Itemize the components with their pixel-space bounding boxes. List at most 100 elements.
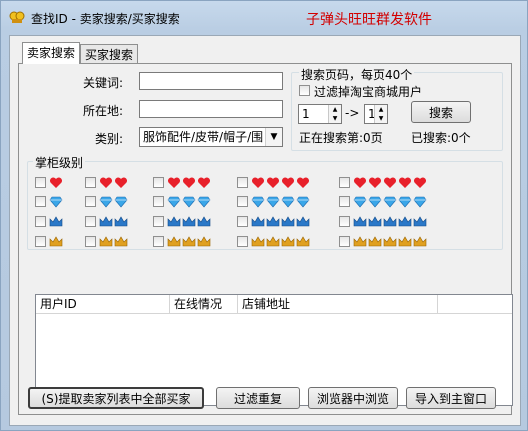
open-in-browser-button[interactable]: 浏览器中浏览: [308, 387, 398, 409]
diamond-icon: [167, 196, 181, 208]
diamond-icon: [49, 196, 63, 208]
diamond-icon: [182, 196, 196, 208]
heart-icon: [353, 177, 367, 188]
filter-tmall-label: 过滤掉淘宝商城用户: [314, 85, 423, 99]
blue-crown-icon: [114, 216, 128, 227]
page-range-arrow: ->: [345, 106, 360, 120]
level-checkbox[interactable]: [35, 177, 46, 188]
level-icons: [167, 176, 211, 190]
level-icons: [49, 195, 63, 209]
filter-tmall-checkbox[interactable]: [299, 85, 310, 96]
keyword-label: 关键词:: [83, 76, 124, 90]
level-icons: [167, 195, 211, 209]
heart-icon: [413, 177, 427, 188]
blue-crown-icon: [266, 216, 280, 227]
list-header: 用户ID 在线情况 店铺地址: [36, 295, 512, 314]
level-checkbox[interactable]: [153, 216, 164, 227]
column-online-status[interactable]: 在线情况: [170, 295, 238, 313]
location-label: 所在地:: [83, 104, 124, 118]
page-from-spinner[interactable]: 1 ▲ ▼: [298, 104, 342, 124]
level-checkbox[interactable]: [339, 236, 350, 247]
heart-icon: [99, 177, 113, 188]
search-button[interactable]: 搜索: [411, 101, 471, 123]
level-checkbox[interactable]: [237, 216, 248, 227]
gold-crown-icon: [197, 236, 211, 247]
diamond-icon: [266, 196, 280, 208]
level-checkbox[interactable]: [237, 196, 248, 207]
page-from-value: 1: [302, 107, 310, 121]
level-icons: [49, 176, 63, 190]
level-checkbox[interactable]: [35, 236, 46, 247]
import-to-main-button[interactable]: 导入到主窗口: [406, 387, 496, 409]
level-icons: [353, 176, 427, 190]
heart-icon: [368, 177, 382, 188]
page-to-spinner[interactable]: 1 ▲ ▼: [364, 104, 388, 124]
heart-icon: [49, 177, 63, 188]
tab-seller-search[interactable]: 卖家搜索: [22, 42, 80, 64]
gold-crown-icon: [353, 236, 367, 247]
window-title: 查找ID - 卖家搜索/买家搜索: [31, 12, 180, 26]
blue-crown-icon: [383, 216, 397, 227]
diamond-icon: [383, 196, 397, 208]
diamond-icon: [398, 196, 412, 208]
gold-crown-icon: [49, 236, 63, 247]
gold-crown-icon: [114, 236, 128, 247]
level-checkbox[interactable]: [153, 177, 164, 188]
spinner-arrows-icon[interactable]: ▲ ▼: [328, 105, 341, 123]
blue-crown-icon: [413, 216, 427, 227]
blue-crown-icon: [368, 216, 382, 227]
level-icons: [99, 195, 128, 209]
level-checkbox[interactable]: [85, 196, 96, 207]
level-checkbox[interactable]: [153, 236, 164, 247]
level-checkbox[interactable]: [35, 196, 46, 207]
category-value: 服饰配件/皮带/帽子/围: [143, 130, 264, 144]
level-icons: [49, 235, 63, 249]
level-checkbox[interactable]: [237, 177, 248, 188]
chevron-down-icon[interactable]: ▼: [265, 128, 282, 146]
diamond-icon: [281, 196, 295, 208]
level-checkbox[interactable]: [85, 236, 96, 247]
blue-crown-icon: [353, 216, 367, 227]
diamond-icon: [368, 196, 382, 208]
extract-buyers-button[interactable]: (S)提取卖家列表中全部买家: [28, 387, 204, 409]
diamond-icon: [114, 196, 128, 208]
level-icons: [353, 215, 427, 229]
heart-icon: [114, 177, 128, 188]
spinner-arrows-icon[interactable]: ▲ ▼: [374, 105, 387, 123]
app-icon: [9, 11, 25, 23]
gold-crown-icon: [413, 236, 427, 247]
diamond-icon: [251, 196, 265, 208]
category-label: 类别:: [95, 132, 124, 146]
gold-crown-icon: [251, 236, 265, 247]
level-checkbox[interactable]: [339, 196, 350, 207]
level-checkbox[interactable]: [35, 216, 46, 227]
level-icons: [99, 235, 128, 249]
gold-crown-icon: [281, 236, 295, 247]
keyword-input[interactable]: [139, 72, 283, 90]
level-icons: [99, 215, 128, 229]
heart-icon: [398, 177, 412, 188]
level-checkbox[interactable]: [339, 216, 350, 227]
level-checkbox[interactable]: [85, 177, 96, 188]
level-icons: [251, 235, 310, 249]
gold-crown-icon: [266, 236, 280, 247]
blue-crown-icon: [49, 216, 63, 227]
client-area: 卖家搜索 买家搜索 关键词: 所在地: 类别: 服饰配件/皮带/帽子/围 ▼ 搜…: [9, 35, 521, 426]
level-checkbox[interactable]: [153, 196, 164, 207]
column-user-id[interactable]: 用户ID: [36, 295, 170, 313]
level-checkbox[interactable]: [237, 236, 248, 247]
level-checkbox[interactable]: [339, 177, 350, 188]
category-select[interactable]: 服饰配件/皮带/帽子/围 ▼: [139, 127, 283, 147]
heart-icon: [281, 177, 295, 188]
gold-crown-icon: [167, 236, 181, 247]
level-checkbox[interactable]: [85, 216, 96, 227]
filter-duplicates-button[interactable]: 过滤重复: [216, 387, 300, 409]
heart-icon: [296, 177, 310, 188]
diamond-icon: [296, 196, 310, 208]
location-input[interactable]: [139, 100, 283, 118]
seller-search-panel: 关键词: 所在地: 类别: 服饰配件/皮带/帽子/围 ▼ 搜索页码，每页40个 …: [18, 63, 513, 415]
search-page-title: 搜索页码，每页40个: [299, 66, 415, 83]
tab-buyer-search[interactable]: 买家搜索: [80, 44, 138, 64]
gold-crown-icon: [383, 236, 397, 247]
column-shop-address[interactable]: 店铺地址: [238, 295, 438, 313]
